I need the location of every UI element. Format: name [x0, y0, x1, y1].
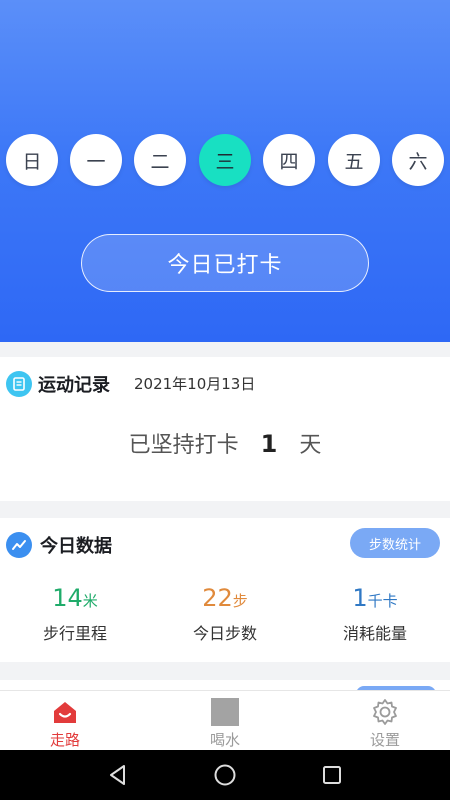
- record-title: 运动记录: [38, 375, 110, 396]
- back-icon[interactable]: [106, 763, 130, 787]
- tab-settings[interactable]: 设置: [345, 697, 425, 750]
- today-data-card: 今日数据 步数统计 14米 步行里程 22步 今日步数 1千卡 消耗能量: [0, 518, 450, 662]
- tab-settings-label: 设置: [369, 731, 400, 749]
- energy-label: 消耗能量: [342, 624, 407, 643]
- distance-unit: 米: [82, 592, 98, 610]
- day-mon[interactable]: 一: [70, 134, 122, 186]
- steps-unit: 步: [232, 592, 248, 610]
- streak-summary: 已坚持打卡 1 天: [0, 427, 450, 459]
- energy-unit: 千卡: [367, 592, 398, 610]
- distance-value: 14: [52, 584, 83, 612]
- record-date: 2021年10月13日: [134, 375, 256, 393]
- tab-water-label: 喝水: [209, 731, 240, 749]
- day-wed-selected[interactable]: 三: [199, 134, 251, 186]
- stat-distance: 14米 步行里程: [0, 584, 150, 644]
- system-navigation-bar: [0, 750, 450, 800]
- hero-banner: 日 一 二 三 四 五 六 今日已打卡: [0, 0, 450, 342]
- today-data-title: 今日数据: [40, 536, 112, 557]
- tab-walk[interactable]: 走路: [25, 697, 105, 750]
- checkin-button[interactable]: 今日已打卡: [81, 234, 369, 292]
- document-icon: [6, 371, 32, 397]
- bottom-tab-bar: 走路 喝水 设置: [0, 690, 450, 750]
- trend-chart-icon: [6, 532, 32, 558]
- home-icon: [54, 702, 76, 723]
- steps-value: 22: [202, 584, 233, 612]
- day-fri[interactable]: 五: [328, 134, 380, 186]
- exercise-record-card: 运动记录 2021年10月13日 已坚持打卡 1 天: [0, 357, 450, 501]
- steps-label: 今日步数: [192, 624, 257, 643]
- stat-steps: 22步 今日步数: [150, 584, 300, 644]
- home-circle-icon[interactable]: [213, 763, 237, 787]
- energy-value: 1: [352, 584, 368, 612]
- weekday-selector: 日 一 二 三 四 五 六: [0, 134, 450, 186]
- day-sun[interactable]: 日: [6, 134, 58, 186]
- streak-days-value: 1: [260, 430, 278, 458]
- stat-energy: 1千卡 消耗能量: [300, 584, 450, 644]
- distance-label: 步行里程: [42, 624, 107, 643]
- streak-prefix: 已坚持打卡: [128, 433, 239, 458]
- tab-water[interactable]: 喝水: [185, 697, 265, 750]
- streak-suffix: 天: [299, 433, 322, 458]
- recents-icon[interactable]: [320, 763, 344, 787]
- day-thu[interactable]: 四: [263, 134, 315, 186]
- step-stats-button[interactable]: 步数统计: [350, 528, 440, 558]
- water-square-icon: [211, 698, 239, 726]
- day-sat[interactable]: 六: [392, 134, 444, 186]
- gear-icon: [373, 699, 397, 725]
- tab-walk-label: 走路: [49, 731, 80, 749]
- day-tue[interactable]: 二: [134, 134, 186, 186]
